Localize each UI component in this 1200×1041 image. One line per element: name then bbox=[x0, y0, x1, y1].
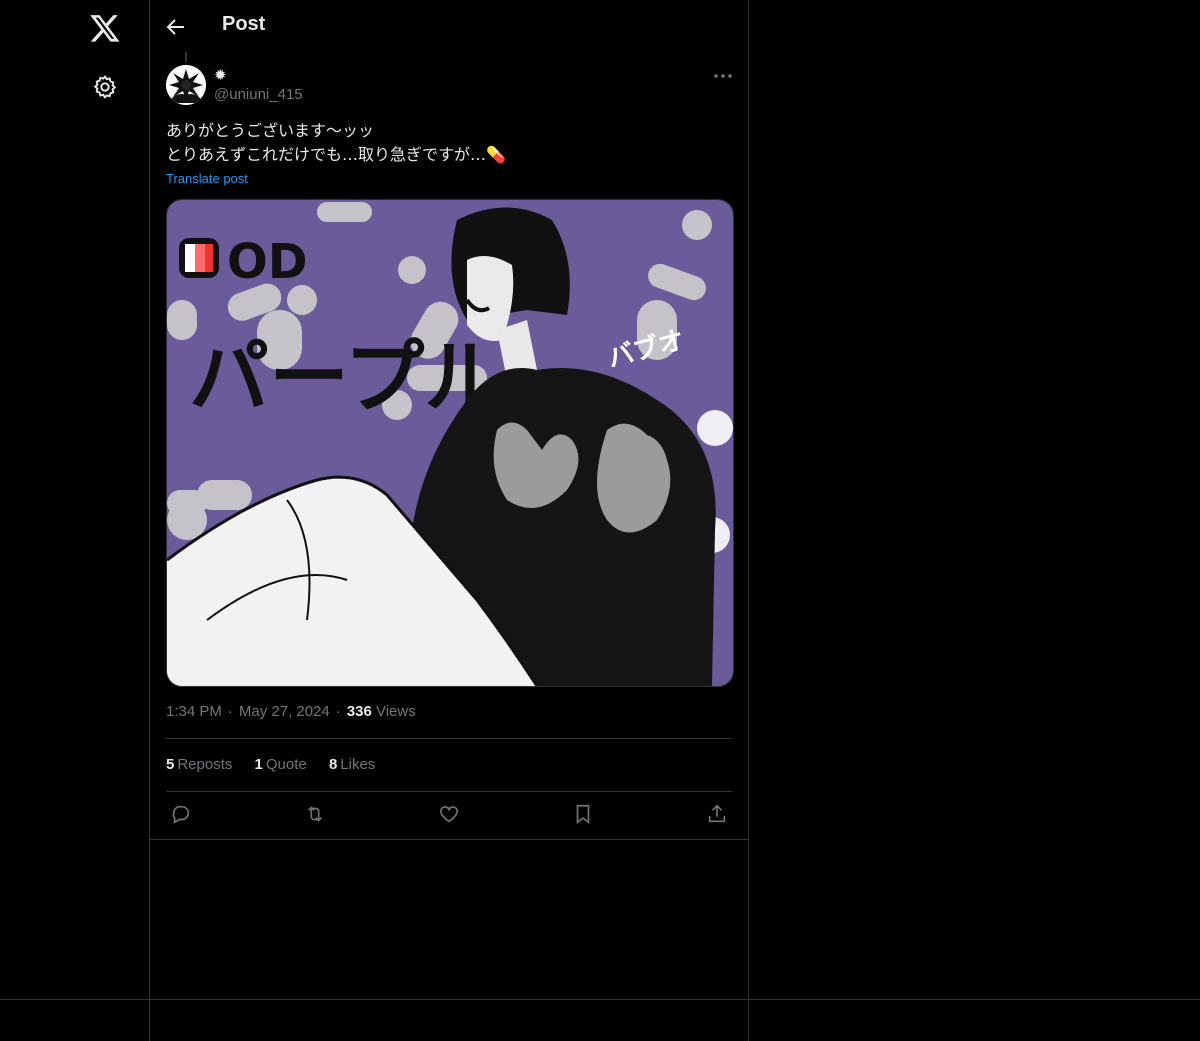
quotes-stat[interactable]: 1 Quote bbox=[255, 756, 307, 773]
x-logo-icon[interactable] bbox=[89, 12, 121, 44]
post-time[interactable]: 1:34 PM bbox=[166, 703, 222, 720]
left-nav bbox=[0, 0, 149, 1041]
divider bbox=[150, 839, 748, 840]
post-image[interactable]: OD パープル バブオ bbox=[166, 199, 734, 687]
likes-label: Likes bbox=[340, 756, 376, 773]
views-label: Views bbox=[375, 703, 416, 720]
bookmark-icon[interactable] bbox=[572, 803, 596, 827]
thread-line bbox=[185, 52, 187, 62]
repost-icon[interactable] bbox=[304, 803, 328, 827]
likes-stat[interactable]: 8 Likes bbox=[329, 756, 375, 773]
reply-icon[interactable] bbox=[170, 803, 194, 827]
post-text-line: ありがとうございます〜ッッ bbox=[166, 121, 375, 140]
divider bbox=[166, 738, 732, 739]
divider bbox=[166, 791, 732, 792]
avatar[interactable] bbox=[166, 65, 206, 105]
page-title: Post bbox=[222, 13, 266, 35]
likes-count: 8 bbox=[328, 756, 338, 773]
reposts-stat[interactable]: 5 Reposts bbox=[166, 756, 232, 773]
image-text-od: OD bbox=[227, 234, 308, 290]
quotes-label: Quote bbox=[265, 756, 307, 773]
gear-icon[interactable] bbox=[92, 74, 118, 100]
share-icon[interactable] bbox=[706, 803, 730, 827]
more-options-icon[interactable] bbox=[712, 67, 734, 85]
back-arrow-icon[interactable] bbox=[164, 15, 188, 39]
post-text: ありがとうございます〜ッッ とりあえずこれだけでも…取り急ぎですが…💊 bbox=[166, 119, 736, 167]
action-bar bbox=[166, 803, 732, 827]
views-count: 336 bbox=[346, 703, 372, 720]
quotes-count: 1 bbox=[254, 756, 263, 773]
reposts-count: 5 bbox=[166, 756, 175, 773]
post-date[interactable]: May 27, 2024 bbox=[239, 703, 330, 720]
bottom-divider bbox=[0, 999, 1200, 1000]
engagement-stats: 5 Reposts 1 Quote 8 Likes bbox=[166, 756, 393, 773]
translate-post-link[interactable]: Translate post bbox=[166, 171, 248, 186]
like-icon[interactable] bbox=[438, 803, 462, 827]
column-divider bbox=[149, 0, 150, 1041]
reposts-label: Reposts bbox=[177, 756, 233, 773]
post-meta: 1:34 PM · May 27, 2024 · 336 Views bbox=[166, 703, 416, 720]
image-text-title: パープル bbox=[189, 331, 504, 424]
author-display-name[interactable]: ✹ bbox=[214, 66, 227, 84]
column-divider bbox=[748, 0, 749, 1041]
page-header: Post bbox=[150, 0, 748, 54]
post-text-line: とりあえずこれだけでも…取り急ぎですが…💊 bbox=[166, 145, 506, 164]
author-handle[interactable]: @uniuni_415 bbox=[214, 86, 303, 103]
